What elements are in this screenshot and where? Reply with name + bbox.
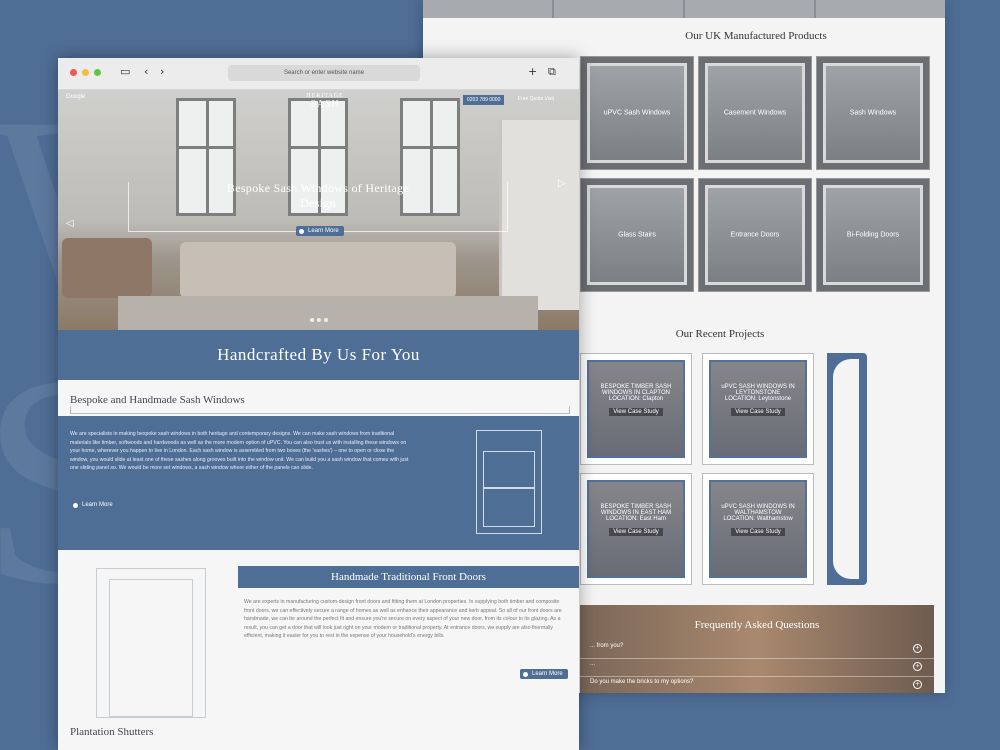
hero-shelves [499,120,579,310]
hero-sofa [180,242,456,298]
browser-toolbar: ▭ ‹ › Search or enter website name + ⧉ [58,58,579,90]
product-card[interactable]: Casement Windows [698,56,812,170]
divider [70,406,570,414]
product-label: Bi-Folding Doors [846,231,900,239]
top-image-strip [423,0,945,18]
project-card[interactable]: BESPOKE TIMBER SASH WINDOWS IN CLAPTON LO… [580,353,692,465]
faq-item[interactable]: ... from you? + [580,643,934,659]
project-location: LOCATION: East Ham [606,516,666,522]
product-label: Entrance Doors [730,231,780,239]
plus-icon[interactable]: + [913,644,922,653]
product-label: uPVC Sash Windows [603,109,671,117]
project-title: uPVC SASH WINDOWS IN LEYTONSTONE [721,384,795,396]
case-study-button[interactable]: View Case Study [609,528,663,536]
sash-window-sketch [476,430,542,534]
quote-link[interactable]: Free Quote Visit [518,96,554,102]
project-title: uPVC SASH WINDOWS IN WALTHAMSTOW [721,504,795,516]
faq-section: Frequently Asked Questions ... from you?… [580,605,934,693]
hero-rug [118,296,538,330]
product-card[interactable]: Glass Stairs [580,178,694,292]
bespoke-text: We are specialists in making bespoke sas… [70,431,409,471]
forward-arrow-icon[interactable]: › [160,65,164,78]
sidebar-icon[interactable]: ▭ [120,65,130,78]
new-tab-icon[interactable]: + [528,65,537,78]
doors-title: Handmade Traditional Front Doors [238,566,579,588]
product-card[interactable]: Sash Windows [816,56,930,170]
faq-title: Frequently Asked Questions [694,619,820,631]
bespoke-title: Bespoke and Handmade Sash Windows [70,394,245,406]
product-label: Sash Windows [849,109,897,117]
project-card[interactable]: uPVC SASH WINDOWS IN WALTHAMSTOW LOCATION… [702,473,814,585]
product-label: Casement Windows [723,109,787,117]
project-card[interactable]: uPVC SASH WINDOWS IN LEYTONSTONE LOCATION… [702,353,814,465]
next-slide-icon[interactable]: ▷ [558,178,566,189]
project-card[interactable]: BESPOKE TIMBER SASH WINDOWS IN EAST HAM L… [580,473,692,585]
plus-icon[interactable]: + [913,680,922,689]
maximize-window-dot[interactable] [94,69,101,76]
project-location: LOCATION: Leytonstone [724,396,792,402]
project-location: LOCATION: Clapton [608,396,664,402]
google-reviews-badge[interactable]: Google [66,94,85,100]
homepage-browser-mockup: ▭ ‹ › Search or enter website name + ⧉ G… [58,58,579,750]
project-location: LOCATION: Walthamstow [723,516,793,522]
product-card[interactable]: Entrance Doors [698,178,812,292]
hero-learn-more-button[interactable]: Learn More [296,226,344,236]
product-card[interactable]: Bi-Folding Doors [816,178,930,292]
projects-grid: BESPOKE TIMBER SASH WINDOWS IN CLAPTON LO… [580,353,842,585]
decorative-bracket [827,353,867,585]
back-arrow-icon[interactable]: ‹ [144,65,148,78]
faq-question: Do you make the bricks to my options? [590,679,694,685]
tabs-overview-icon[interactable]: ⧉ [548,65,556,79]
bespoke-learn-more-button[interactable]: Learn More [70,500,118,510]
hero-armchair [62,238,152,298]
close-window-dot[interactable] [70,69,77,76]
hero-title: Bespoke Sash Windows of Heritage Design [226,181,410,210]
faq-question: ... from you? [590,643,624,649]
product-label: Glass Stairs [618,231,656,239]
faq-question: ... [590,661,596,667]
case-study-button[interactable]: View Case Study [731,408,785,416]
minimize-window-dot[interactable] [82,69,89,76]
product-card[interactable]: uPVC Sash Windows [580,56,694,170]
shutters-title: Plantation Shutters [70,726,154,738]
products-grid: uPVC Sash Windows Casement Windows Sash … [580,56,932,292]
doors-text: We are experts in manufacturing custom-d… [244,599,562,639]
phone-button[interactable]: 0203 789 0000 [463,95,505,105]
plus-icon[interactable]: + [913,662,922,671]
case-study-button[interactable]: View Case Study [731,528,785,536]
faq-item[interactable]: Do you make the bricks to my options? + [580,679,934,693]
case-study-button[interactable]: View Case Study [609,408,663,416]
slider-dots[interactable] [310,318,328,322]
front-door-sketch [96,568,206,718]
handcrafted-band: Handcrafted By Us For You [58,330,579,380]
prev-slide-icon[interactable]: ◁ [66,218,74,229]
doors-learn-more-button[interactable]: Learn More [520,669,568,679]
hero-slider: Google HERITAGE SASH 0203 789 0000 Free Q… [58,90,579,330]
project-title: BESPOKE TIMBER SASH WINDOWS IN EAST HAM [600,504,672,516]
faq-item[interactable]: ... + [580,661,934,677]
products-title: Our UK Manufactured Products [685,30,827,42]
site-logo[interactable]: HERITAGE SASH [290,93,360,110]
address-bar[interactable]: Search or enter website name [228,65,420,81]
project-title: BESPOKE TIMBER SASH WINDOWS IN CLAPTON [600,384,672,396]
projects-title: Our Recent Projects [675,328,765,340]
